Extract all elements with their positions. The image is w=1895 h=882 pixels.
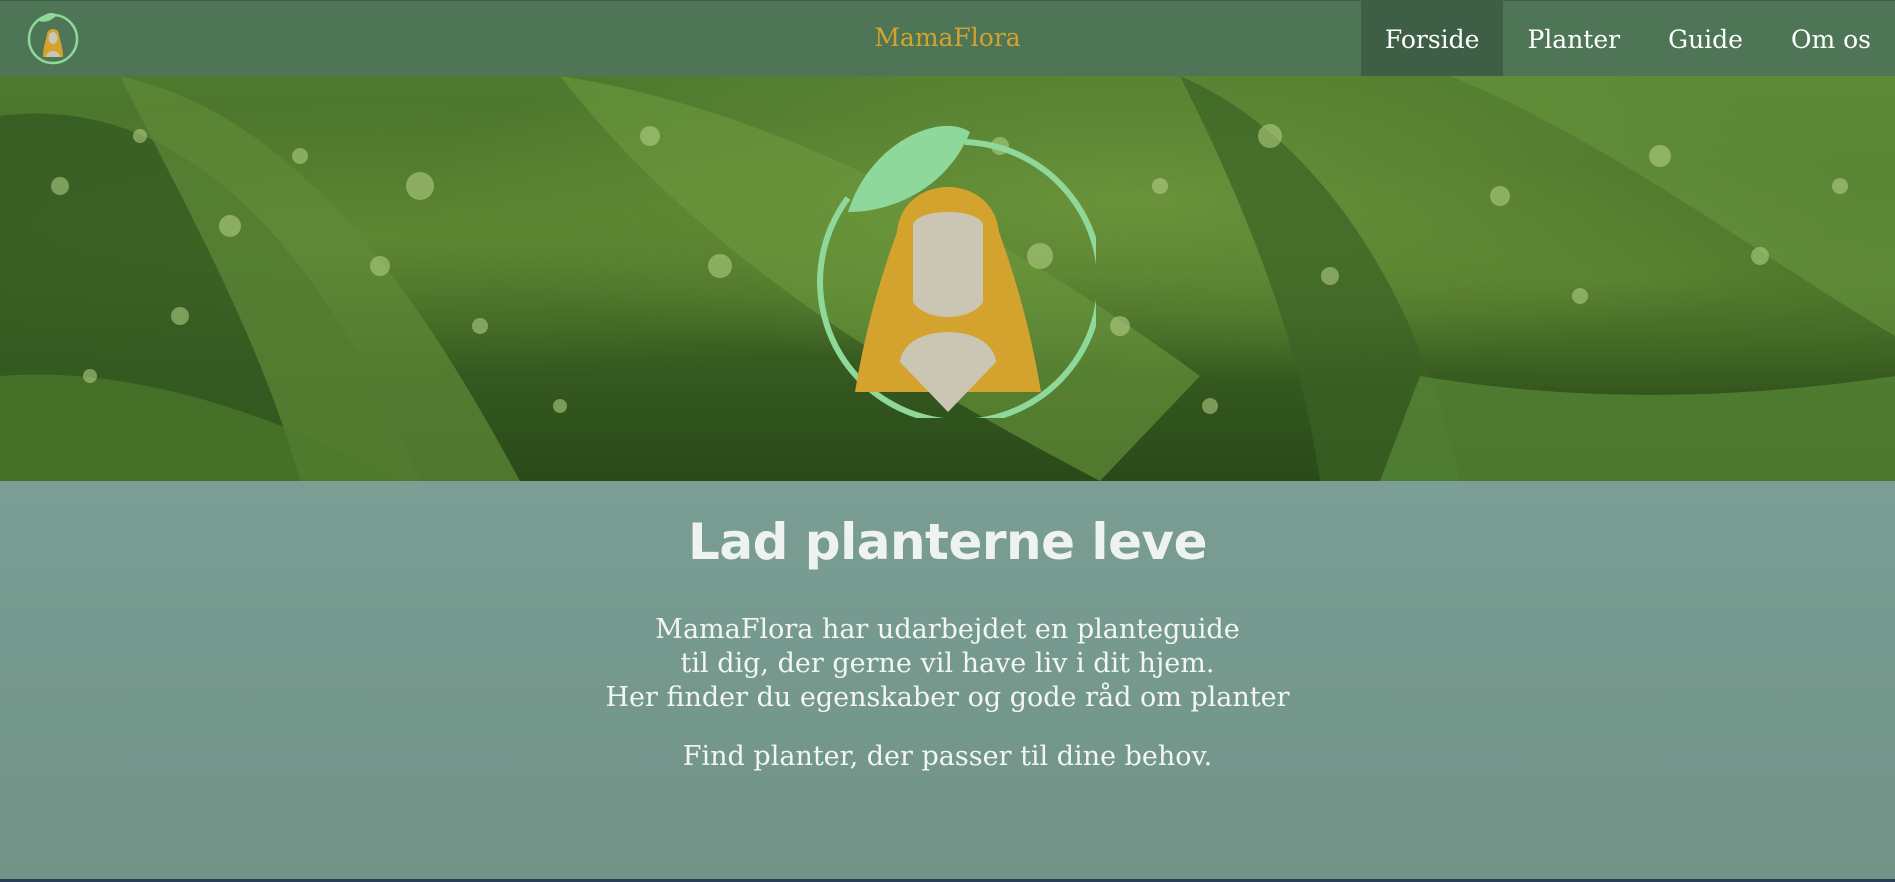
main-content: Lad planterne leve MamaFlora har udarbej… (0, 481, 1895, 882)
nav-forside[interactable]: Forside (1360, 1, 1504, 77)
nav-guide[interactable]: Guide (1644, 1, 1767, 77)
cta-text: Find planter, der passer til dine behov. (682, 741, 1213, 772)
hero-banner (0, 76, 1895, 481)
intro-line: Her finder du egenskaber og gode råd om … (605, 682, 1290, 713)
nav-om-os[interactable]: Om os (1767, 1, 1895, 77)
mamaflora-logo-icon (817, 125, 1096, 418)
navbar: MamaFlora Forside Planter Guide Om os (0, 0, 1895, 77)
intro-line: til dig, der gerne vil have liv i dit hj… (680, 648, 1215, 679)
main-nav: Forside Planter Guide Om os (1360, 1, 1895, 77)
intro-text: MamaFlora har udarbejdet en planteguide … (0, 613, 1895, 715)
page-title: Lad planterne leve (687, 513, 1208, 571)
intro-line: MamaFlora har udarbejdet en planteguide (655, 614, 1240, 645)
nav-planter[interactable]: Planter (1503, 1, 1644, 77)
